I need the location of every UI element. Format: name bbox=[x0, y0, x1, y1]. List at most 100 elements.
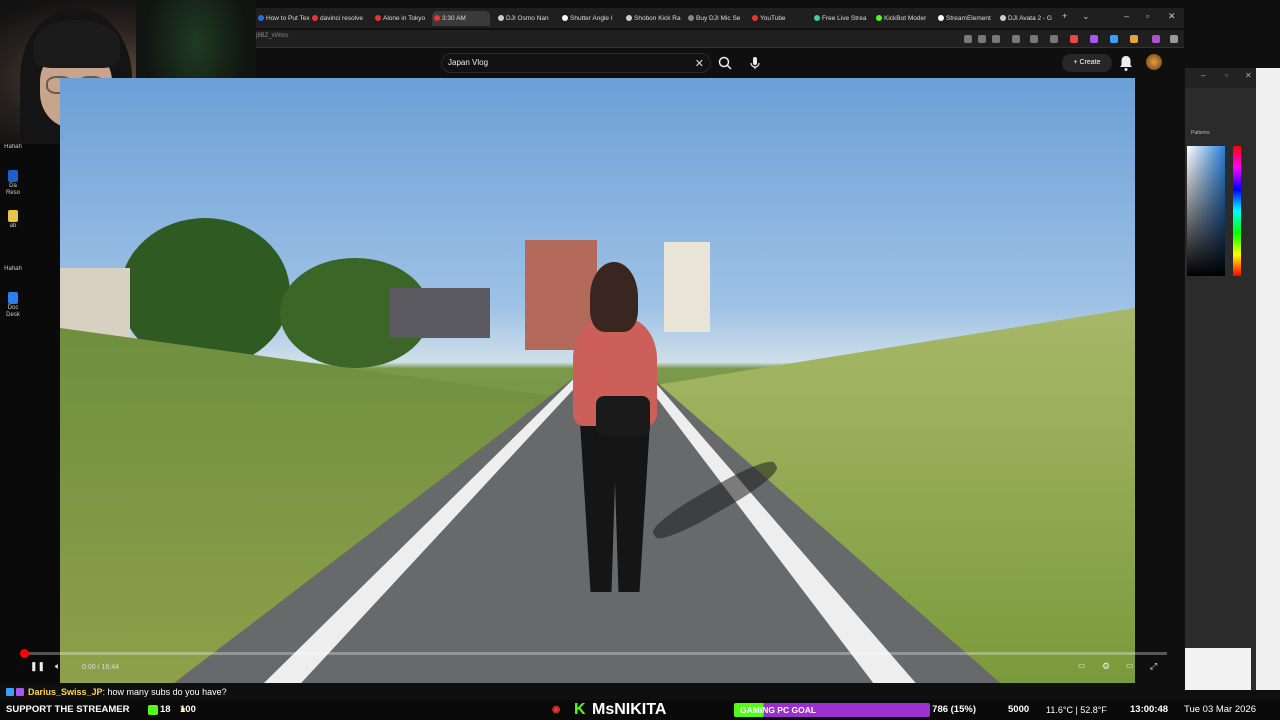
photoshop-panel: – ▫ ✕ Patterns bbox=[1184, 68, 1257, 690]
account-avatar[interactable] bbox=[1146, 54, 1162, 70]
support-label: SUPPORT THE STREAMER bbox=[6, 704, 130, 715]
browser-tab[interactable]: Buy DJI Mic Se bbox=[686, 11, 744, 26]
extension-icon[interactable] bbox=[1152, 35, 1160, 43]
extension-icon[interactable] bbox=[1012, 35, 1020, 43]
browser-tab[interactable]: Alone in Tokyo bbox=[373, 11, 431, 26]
desktop-icon-label: Hahah bbox=[4, 266, 22, 272]
tab-search-icon[interactable]: ⌄ bbox=[1082, 11, 1090, 22]
color-picker-field[interactable] bbox=[1187, 146, 1225, 276]
browser-tab-active[interactable]: 3:30 AM bbox=[432, 11, 490, 26]
profile-icon[interactable] bbox=[1130, 35, 1138, 43]
app-icon bbox=[8, 170, 18, 182]
browser-tab[interactable]: Free Live Strea bbox=[812, 11, 870, 26]
desktop-icon[interactable]: ab bbox=[2, 210, 24, 230]
minimize-icon[interactable]: – bbox=[1124, 11, 1129, 21]
goal-progress: 786 (15%) bbox=[932, 704, 976, 715]
create-button[interactable]: + Create bbox=[1062, 54, 1112, 72]
pause-icon[interactable]: ❚❚ bbox=[30, 661, 45, 675]
extension-icon[interactable] bbox=[964, 35, 972, 43]
create-label: Create bbox=[1079, 59, 1101, 66]
document-icon bbox=[8, 292, 18, 304]
desktop-icon[interactable]: Hahah bbox=[2, 266, 24, 273]
close-icon[interactable]: ✕ bbox=[1168, 11, 1176, 22]
extension-icon[interactable] bbox=[1090, 35, 1098, 43]
time-display: 0:00 / 16:44 bbox=[82, 664, 119, 671]
browser-tab[interactable]: DJI Osmo Nan bbox=[496, 11, 554, 26]
ps-layer-area bbox=[1185, 648, 1251, 690]
extension-icon[interactable] bbox=[1070, 35, 1078, 43]
clock: 13:00:48 bbox=[1130, 704, 1169, 715]
badge-icon bbox=[16, 688, 24, 696]
walker-hair bbox=[590, 262, 638, 332]
chat-username: Darius_Swiss_JP bbox=[28, 687, 103, 697]
search-input[interactable]: Japan Vlog bbox=[448, 58, 488, 67]
desktop-icon[interactable]: Da Reso bbox=[2, 170, 24, 197]
clear-search-icon[interactable]: ✕ bbox=[695, 57, 704, 70]
scrubber-handle[interactable] bbox=[20, 649, 29, 658]
close-icon[interactable]: ✕ bbox=[1245, 71, 1252, 80]
points-count: 100 bbox=[180, 704, 196, 715]
date: Tue 03 Mar 2026 bbox=[1184, 704, 1256, 715]
address-bar[interactable]: j8BZ_xWms bbox=[256, 30, 1184, 48]
video-player[interactable] bbox=[60, 78, 1135, 683]
hue-slider[interactable] bbox=[1233, 146, 1241, 276]
weather-readout: 11.6°C | 52.8°F bbox=[1046, 705, 1107, 715]
kick-count: 18 bbox=[160, 704, 171, 715]
desktop-icon-label: Da Reso bbox=[5, 183, 20, 196]
maximize-icon[interactable]: ▫ bbox=[1146, 11, 1149, 21]
browser-tab[interactable]: YouTube bbox=[750, 11, 808, 26]
folder-icon bbox=[8, 210, 18, 222]
browser-tab[interactable]: davinci resolve bbox=[310, 11, 368, 26]
walker-bag bbox=[596, 396, 650, 436]
star-icon[interactable] bbox=[992, 35, 1000, 43]
channel-name: MsNIKITA bbox=[592, 701, 667, 718]
desktop-icon[interactable]: Doc Desk bbox=[2, 292, 24, 319]
desktop-icon[interactable]: Hahah bbox=[2, 144, 24, 151]
chat-overlay: Darius_Swiss_JP: how many subs do you ha… bbox=[0, 684, 1184, 700]
ps-titlebar: – ▫ ✕ bbox=[1185, 68, 1257, 88]
desktop-icon-label: Doc Desk bbox=[6, 305, 20, 318]
screen: Hahah Da Reso ab Hahah Doc Desk How to P… bbox=[0, 0, 1280, 720]
kick-logo-icon: K bbox=[574, 701, 586, 718]
extension-icon[interactable] bbox=[1050, 35, 1058, 43]
browser-tab[interactable]: StreamElement bbox=[936, 11, 994, 26]
extension-icon[interactable] bbox=[978, 35, 986, 43]
chat-message: : how many subs do you have? bbox=[102, 687, 227, 697]
ps-patterns-tab[interactable]: Patterns bbox=[1191, 130, 1210, 136]
background-window bbox=[1256, 68, 1280, 690]
browser-tab[interactable]: DJI Avata 2 - G bbox=[998, 11, 1056, 26]
theater-mode-icon[interactable]: ▭ bbox=[1126, 661, 1134, 675]
browser-tab[interactable]: KickBot Moder bbox=[874, 11, 932, 26]
extension-icon[interactable] bbox=[1030, 35, 1038, 43]
desktop-icon-label: Hahah bbox=[4, 144, 22, 150]
record-icon: ◉ bbox=[552, 704, 561, 715]
browser-tab[interactable]: Shutter Angle I bbox=[560, 11, 618, 26]
progress-bar[interactable] bbox=[24, 652, 1167, 655]
search-box[interactable]: Japan Vlog ✕ bbox=[441, 53, 711, 73]
url-text[interactable]: j8BZ_xWms bbox=[256, 33, 288, 39]
kick-icon bbox=[148, 705, 158, 715]
building bbox=[664, 242, 710, 332]
browser-tab[interactable]: Shobon Kick Ra bbox=[624, 11, 682, 26]
maximize-icon[interactable]: ▫ bbox=[1225, 71, 1228, 80]
notifications-bell-icon[interactable] bbox=[1118, 54, 1134, 72]
desktop-icon-label: ab bbox=[9, 223, 17, 229]
goal-label: GAMING PC GOAL bbox=[740, 705, 817, 715]
browser-tab-bar: How to Put Tex davinci resolve Alone in … bbox=[256, 8, 1184, 28]
browser-tab[interactable]: How to Put Tex bbox=[256, 11, 314, 26]
microphone-icon[interactable] bbox=[746, 54, 764, 72]
extension-icon[interactable] bbox=[1110, 35, 1118, 43]
youtube-header: Japan Vlog ✕ + Create bbox=[256, 48, 1184, 78]
volume-icon[interactable]: 🔈︎ bbox=[55, 661, 60, 675]
goal-target: 5000 bbox=[1008, 704, 1030, 715]
captions-icon[interactable]: ▭ bbox=[1078, 661, 1086, 675]
menu-icon[interactable] bbox=[1170, 35, 1178, 43]
stream-bottom-bar: SUPPORT THE STREAMER 18 ● 100 ◉ K MsNIKI… bbox=[0, 700, 1280, 720]
search-icon[interactable] bbox=[716, 54, 734, 72]
building bbox=[390, 288, 490, 338]
minimize-icon[interactable]: – bbox=[1201, 71, 1205, 80]
settings-gear-icon[interactable]: ⚙ bbox=[1102, 661, 1110, 675]
badge-icon bbox=[6, 688, 14, 696]
new-tab-icon[interactable]: + bbox=[1062, 11, 1067, 21]
fullscreen-icon[interactable]: ⤢ bbox=[1150, 661, 1157, 675]
